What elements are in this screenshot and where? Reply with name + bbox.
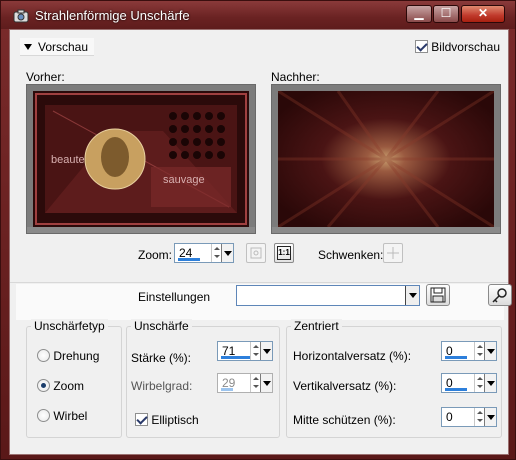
checkbox-box[interactable] bbox=[414, 40, 428, 53]
close-button[interactable]: ✕ bbox=[461, 5, 505, 23]
v-offset-dropdown-button[interactable] bbox=[484, 374, 496, 392]
chevron-down-icon[interactable] bbox=[405, 286, 419, 305]
before-label: Vorher: bbox=[26, 70, 65, 84]
settings-label: Einstellungen bbox=[138, 290, 211, 304]
before-scroll-strip bbox=[27, 227, 255, 233]
after-label: Nachher: bbox=[271, 70, 320, 84]
v-offset-stepper[interactable]: 0 bbox=[441, 373, 497, 393]
center-title: Zentriert bbox=[291, 319, 342, 333]
h-offset-label: Horizontalversatz (%): bbox=[293, 349, 412, 363]
before-preview[interactable]: beaute sauvage bbox=[26, 84, 256, 234]
twist-stepper[interactable]: 29 bbox=[217, 373, 273, 393]
after-thumbnail-image bbox=[278, 91, 494, 227]
zoom-stepper[interactable]: 24 bbox=[174, 243, 234, 263]
bildvorschau-checkbox[interactable]: Bildvorschau bbox=[414, 40, 500, 54]
radio-wirbel[interactable]: Wirbel bbox=[37, 409, 87, 423]
radio-button[interactable] bbox=[37, 379, 50, 392]
preview-toolbar: Vorschau Bildvorschau bbox=[16, 36, 502, 58]
pan-label: Schwenken: bbox=[318, 248, 384, 262]
before-thumb-text-2: sauvage bbox=[163, 174, 205, 186]
protect-stepper[interactable]: 0 bbox=[441, 407, 497, 427]
h-offset-stepper[interactable]: 0 bbox=[441, 341, 497, 361]
save-settings-button[interactable] bbox=[426, 284, 450, 306]
window-title: Strahlenförmige Unschärfe bbox=[35, 8, 190, 23]
preview-toggle-label: Vorschau bbox=[38, 40, 89, 54]
dialog-window: Strahlenförmige Unschärfe ▁ ☐ ✕ Vorschau… bbox=[0, 0, 516, 460]
twist-dropdown-button[interactable] bbox=[260, 374, 272, 392]
floppy-disk-icon bbox=[430, 287, 446, 303]
dialog-client-area: Vorschau Bildvorschau Vorher: Nachher: b… bbox=[9, 29, 512, 455]
title-bar[interactable]: Strahlenförmige Unschärfe ▁ ☐ ✕ bbox=[1, 1, 515, 29]
after-scroll-strip bbox=[272, 227, 500, 233]
one-to-one-icon: 1:1 bbox=[277, 246, 291, 260]
zoom-label: Zoom: bbox=[138, 248, 173, 262]
h-offset-dropdown-button[interactable] bbox=[484, 342, 496, 360]
fit-icon bbox=[250, 247, 262, 259]
checkbox-box[interactable] bbox=[135, 413, 148, 426]
protect-dropdown-button[interactable] bbox=[484, 408, 496, 426]
minimize-button[interactable]: ▁ bbox=[406, 5, 432, 23]
strength-slider-fill bbox=[221, 356, 250, 359]
radio-label: Drehung bbox=[53, 349, 100, 363]
radio-zoom[interactable]: Zoom bbox=[37, 379, 84, 393]
radio-button[interactable] bbox=[37, 349, 50, 362]
blur-type-group: Unschärfetyp Drehung Zoom Wirbel bbox=[26, 319, 122, 438]
after-preview[interactable] bbox=[271, 84, 501, 234]
bildvorschau-label: Bildvorschau bbox=[431, 40, 500, 54]
zoom-dropdown-button[interactable] bbox=[221, 244, 233, 262]
divider bbox=[10, 282, 508, 283]
twist-spin-arrows[interactable] bbox=[250, 374, 260, 392]
blur-title: Unschärfe bbox=[131, 319, 192, 333]
settings-dropdown[interactable] bbox=[236, 285, 420, 306]
twist-label: Wirbelgrad: bbox=[131, 379, 193, 393]
v-offset-slider-fill bbox=[445, 388, 467, 391]
protect-value: 0 bbox=[446, 410, 453, 424]
chevron-down-icon bbox=[24, 44, 32, 50]
h-offset-spin-arrows[interactable] bbox=[474, 342, 484, 360]
h-offset-slider-fill bbox=[445, 356, 467, 359]
before-thumb-text-1: beaute bbox=[51, 154, 85, 166]
preview-toggle-button[interactable]: Vorschau bbox=[20, 38, 95, 56]
after-thumbnail bbox=[278, 91, 494, 227]
protect-label: Mitte schützen (%): bbox=[293, 413, 396, 427]
center-group: Zentriert Horizontalversatz (%): 0 Verti… bbox=[286, 319, 502, 438]
radio-label: Wirbel bbox=[53, 409, 88, 423]
blur-type-title: Unschärfetyp bbox=[31, 319, 108, 333]
move-icon bbox=[387, 247, 399, 259]
radio-button[interactable] bbox=[37, 409, 50, 422]
settings-row: Einstellungen bbox=[16, 284, 512, 320]
strength-stepper[interactable]: 71 bbox=[217, 341, 273, 361]
strength-label: Stärke (%): bbox=[131, 351, 192, 365]
zoom-fit-button[interactable] bbox=[246, 243, 266, 263]
v-offset-spin-arrows[interactable] bbox=[474, 374, 484, 392]
radio-drehung[interactable]: Drehung bbox=[37, 349, 99, 363]
elliptic-checkbox[interactable]: Elliptisch bbox=[135, 413, 199, 427]
camera-icon bbox=[13, 9, 29, 23]
zoom-one-to-one-button[interactable]: 1:1 bbox=[274, 243, 294, 263]
pan-button[interactable] bbox=[383, 243, 403, 263]
radio-label: Zoom bbox=[53, 379, 85, 393]
before-thumbnail-image: beaute sauvage bbox=[33, 91, 249, 227]
strength-spin-arrows[interactable] bbox=[250, 342, 260, 360]
protect-spin-arrows[interactable] bbox=[474, 408, 484, 426]
elliptic-label: Elliptisch bbox=[151, 413, 199, 427]
maximize-button[interactable]: ☐ bbox=[433, 5, 459, 23]
strength-dropdown-button[interactable] bbox=[260, 342, 272, 360]
twist-slider-fill bbox=[221, 388, 233, 391]
key-icon bbox=[492, 288, 507, 303]
blur-group: Unschärfe Stärke (%): 71 Wirbelgrad: 29 … bbox=[126, 319, 280, 438]
manage-settings-button[interactable] bbox=[488, 284, 512, 306]
before-thumbnail: beaute sauvage bbox=[33, 91, 249, 227]
zoom-spin-arrows[interactable] bbox=[211, 244, 221, 262]
v-offset-label: Vertikalversatz (%): bbox=[293, 379, 397, 393]
zoom-slider-fill bbox=[178, 258, 200, 261]
